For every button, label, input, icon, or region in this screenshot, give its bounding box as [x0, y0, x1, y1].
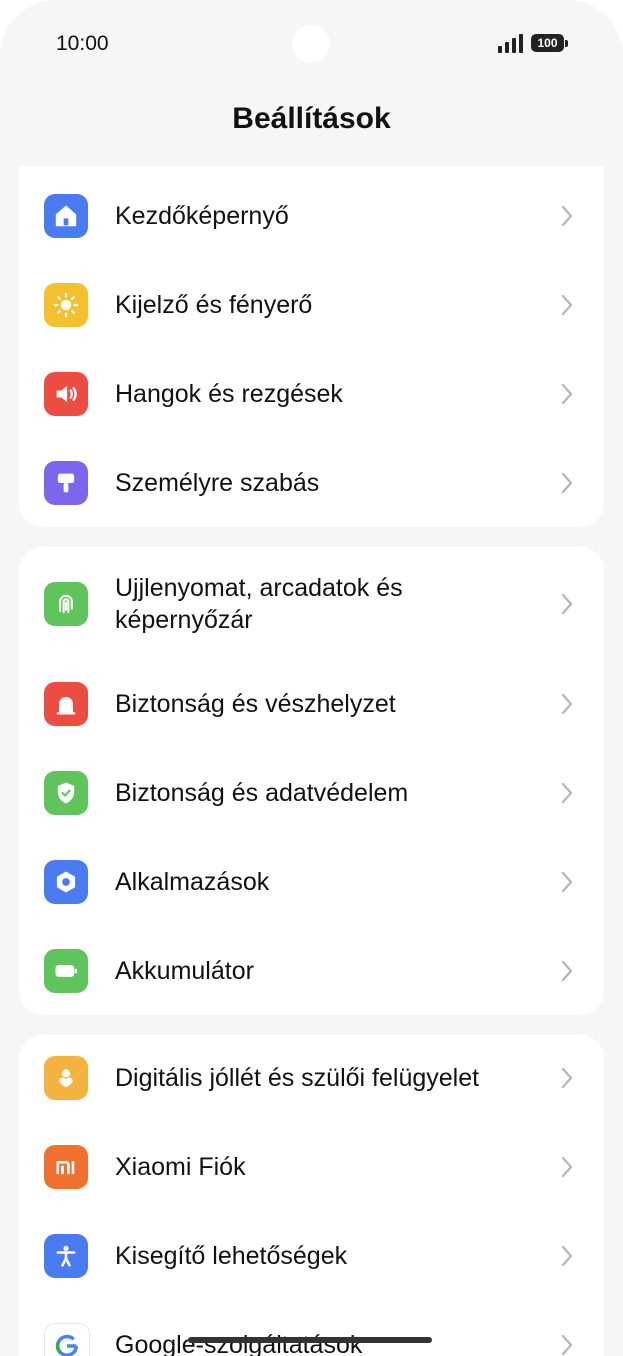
mi-logo-icon	[44, 1145, 88, 1189]
chevron-right-icon	[561, 693, 573, 715]
status-bar: 10:00 100	[0, 0, 623, 90]
settings-item-label: Kezdőképernyő	[115, 202, 289, 230]
home-icon	[44, 194, 88, 238]
settings-item-label: Kisegítő lehetőségek	[115, 1242, 348, 1270]
settings-item-label: Személyre szabás	[115, 469, 320, 497]
fingerprint-icon	[44, 582, 88, 626]
chevron-right-icon	[561, 1156, 573, 1178]
settings-item-sounds-vibration[interactable]: Hangok és rezgések	[19, 351, 604, 437]
settings-item-label: Hangok és rezgések	[115, 380, 343, 408]
settings-item-battery[interactable]: Akkumulátor	[19, 928, 604, 1014]
hexagon-gear-icon	[44, 860, 88, 904]
battery-level-icon: 100	[531, 34, 568, 52]
chevron-right-icon	[561, 871, 573, 893]
settings-item-security-privacy[interactable]: Biztonság és adatvédelem	[19, 750, 604, 836]
settings-group-security: Ujjlenyomat, arcadatok és képernyőzár Bi…	[19, 547, 604, 1015]
shield-check-icon	[44, 771, 88, 815]
settings-item-label: Alkalmazások	[115, 868, 270, 896]
settings-item-label: Akkumulátor	[115, 957, 254, 985]
settings-group-accounts: Digitális jóllét és szülői felügyelet Xi…	[19, 1035, 604, 1356]
chevron-right-icon	[561, 960, 573, 982]
chevron-right-icon	[561, 1067, 573, 1089]
chevron-right-icon	[561, 205, 573, 227]
settings-item-apps[interactable]: Alkalmazások	[19, 839, 604, 925]
accessibility-icon	[44, 1234, 88, 1278]
settings-screen: 10:00 100 Beállítások Kezdőképernyő Kije…	[0, 0, 623, 1356]
chevron-right-icon	[561, 294, 573, 316]
chevron-right-icon	[561, 383, 573, 405]
settings-item-label: Biztonság és vészhelyzet	[115, 690, 396, 718]
signal-icon	[498, 33, 524, 53]
chevron-right-icon	[561, 1334, 573, 1356]
settings-item-safety-emergency[interactable]: Biztonság és vészhelyzet	[19, 661, 604, 747]
settings-item-home-screen[interactable]: Kezdőképernyő	[19, 173, 604, 259]
chevron-right-icon	[561, 472, 573, 494]
status-time: 10:00	[56, 32, 109, 55]
chevron-right-icon	[561, 593, 573, 615]
settings-item-label: Kijelző és fényerő	[115, 291, 313, 319]
settings-item-label: Ujjlenyomat, arcadatok és képernyőzár	[115, 574, 403, 634]
settings-item-label: Biztonság és adatvédelem	[115, 779, 409, 807]
battery-icon	[44, 949, 88, 993]
chevron-right-icon	[561, 1245, 573, 1267]
settings-item-label: Xiaomi Fiók	[115, 1153, 246, 1181]
settings-item-google-services[interactable]: Google-szolgáltatások	[19, 1302, 604, 1356]
paint-brush-icon	[44, 461, 88, 505]
speaker-icon	[44, 372, 88, 416]
settings-item-xiaomi-account[interactable]: Xiaomi Fiók	[19, 1124, 604, 1210]
sun-icon	[44, 283, 88, 327]
emergency-light-icon	[44, 682, 88, 726]
chevron-right-icon	[561, 782, 573, 804]
settings-item-label: Digitális jóllét és szülői felügyelet	[115, 1064, 480, 1092]
settings-item-accessibility[interactable]: Kisegítő lehetőségek	[19, 1213, 604, 1299]
settings-item-fingerprint-face-lock[interactable]: Ujjlenyomat, arcadatok és képernyőzár	[19, 561, 604, 647]
page-title: Beállítások	[232, 102, 391, 135]
person-heart-icon	[44, 1056, 88, 1100]
settings-group-display: Kezdőképernyő Kijelző és fényerő Hangok …	[19, 166, 604, 527]
home-gesture-bar[interactable]	[188, 1337, 432, 1343]
settings-item-digital-wellbeing[interactable]: Digitális jóllét és szülői felügyelet	[19, 1035, 604, 1121]
front-camera-cutout	[292, 25, 330, 63]
google-logo-icon	[44, 1323, 90, 1356]
settings-item-personalization[interactable]: Személyre szabás	[19, 440, 604, 526]
settings-item-display-brightness[interactable]: Kijelző és fényerő	[19, 262, 604, 348]
